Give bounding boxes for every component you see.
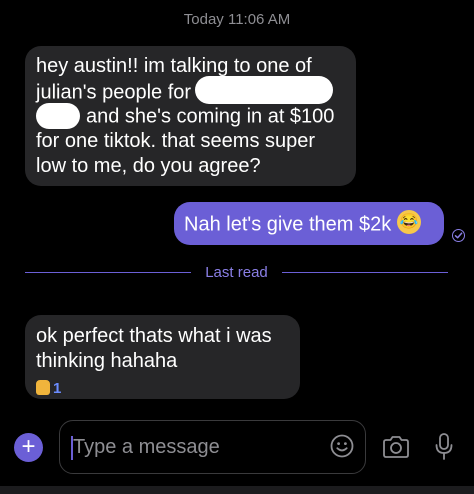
read-receipt-check-icon — [452, 229, 465, 242]
outgoing-message-text: Nah let's give them $2k — [184, 213, 392, 236]
message-line: low to me, do you agree? — [36, 155, 261, 177]
message-line: ok perfect thats what i was — [36, 325, 272, 347]
message-timestamp: Today 11:06 AM — [183, 11, 291, 28]
last-read-label: Last read — [205, 264, 268, 281]
message-line: and she's coming in at $100 — [86, 105, 335, 128]
chat-screen: Today 11:06 AM hey austin!! im talking t… — [0, 0, 474, 494]
thumbs-up-emoji-icon — [36, 379, 50, 395]
message-line-with-redaction: and she's coming in at $100 — [36, 103, 346, 129]
message-line: for one tiktok. that seems super — [36, 130, 316, 152]
smiley-icon[interactable] — [330, 434, 354, 458]
message-line: thinking hahaha — [36, 350, 178, 372]
message-line: julian's people for — [36, 81, 192, 104]
message-input-placeholder: Type a message — [73, 436, 220, 458]
reaction-badge[interactable]: 1 — [36, 376, 61, 401]
redacted-name-block — [195, 76, 334, 104]
camera-icon[interactable] — [382, 435, 410, 459]
reaction-count: 1 — [53, 380, 62, 397]
add-attachment-button[interactable]: + — [14, 433, 43, 462]
redacted-name-block — [36, 103, 80, 129]
laughing-tears-emoji-icon: 😂 — [397, 210, 422, 234]
last-read-divider-line — [25, 272, 191, 273]
microphone-icon[interactable] — [433, 432, 455, 462]
incoming-message-bubble[interactable]: hey austin!! im talking to one of julian… — [25, 46, 356, 186]
message-input[interactable]: Type a message — [59, 420, 366, 474]
bottom-bar — [0, 486, 474, 494]
last-read-divider-line — [282, 272, 448, 273]
message-line-with-redaction: julian's people for — [36, 76, 346, 104]
incoming-message-bubble[interactable]: ok perfect thats what i was thinking hah… — [25, 315, 300, 399]
outgoing-message-bubble[interactable]: Nah let's give them $2k 😂 — [174, 202, 444, 245]
